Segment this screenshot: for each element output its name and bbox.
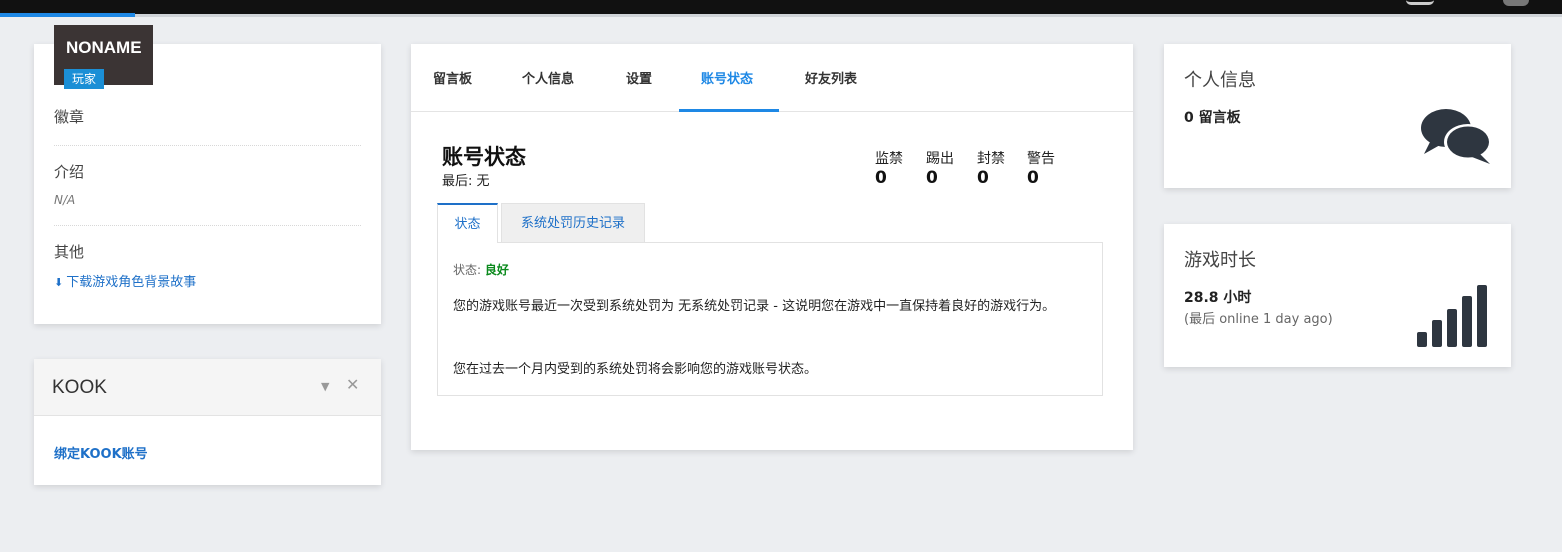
download-icon: ⬇	[54, 276, 64, 289]
intro-value: N/A	[54, 193, 76, 207]
playtime-title: 游戏时长	[1184, 250, 1256, 271]
stat-ban-label: 封禁	[977, 151, 1005, 167]
tab-personal-info[interactable]: 个人信息	[522, 68, 574, 87]
role-badge: 玩家	[64, 69, 105, 89]
playtime-card: 游戏时长 28.8 小时 (最后 online 1 day ago)	[1164, 224, 1511, 367]
kook-title: KOOK	[52, 377, 107, 398]
status-panel: 状态: 良好 您的游戏账号最近一次受到系统处罚为 无系统处罚记录 - 这说明您在…	[437, 242, 1103, 396]
status-label: 状态:	[453, 263, 482, 277]
profile-card: NONAME 玩家 徽章 介绍 N/A 其他 ⬇ 下载游戏角色背景故事	[34, 25, 381, 324]
comments-icon	[1421, 109, 1492, 164]
tab-friends[interactable]: 好友列表	[805, 68, 857, 87]
download-backstory-link[interactable]: ⬇ 下载游戏角色背景故事	[54, 271, 196, 290]
kook-card-header: KOOK ▼ ✕	[34, 359, 381, 416]
guestbook-count: 0 留言板	[1184, 110, 1241, 126]
top-bar-border	[0, 14, 1562, 17]
collapse-caret-icon[interactable]: ▼	[321, 380, 329, 393]
kook-card: KOOK ▼ ✕ 绑定KOOK账号	[34, 359, 381, 485]
tab-account-status[interactable]: 账号状态	[701, 68, 753, 87]
tab-guestbook[interactable]: 留言板	[433, 68, 472, 87]
stat-warn-label: 警告	[1027, 151, 1055, 167]
divider	[54, 145, 361, 146]
subtab-status[interactable]: 状态	[437, 203, 498, 243]
stat-jail-label: 监禁	[875, 151, 903, 167]
top-bar	[0, 0, 1562, 14]
last-online: (最后 online 1 day ago)	[1184, 312, 1333, 327]
signal-bars-icon	[1417, 285, 1487, 347]
avatar[interactable]: NONAME 玩家	[54, 25, 153, 89]
stat-ban-value: 0	[977, 168, 989, 188]
subtab-punishment-history[interactable]: 系统处罚历史记录	[501, 203, 645, 243]
star-icon[interactable]	[1406, 0, 1434, 5]
playtime-value: 28.8 小时	[1184, 290, 1252, 306]
bind-kook-link[interactable]: 绑定KOOK账号	[54, 443, 148, 462]
user-avatar-icon[interactable]	[1503, 0, 1529, 6]
close-icon[interactable]: ✕	[346, 375, 359, 394]
download-link-label: 下载游戏角色背景故事	[66, 275, 197, 290]
tab-settings[interactable]: 设置	[626, 68, 652, 87]
intro-label: 介绍	[54, 163, 85, 181]
stat-kick-value: 0	[926, 168, 938, 188]
status-paragraph-2: 您在过去一个月内受到的系统处罚将会影响您的游戏账号状态。	[453, 362, 818, 377]
active-tab-indicator	[679, 109, 779, 112]
account-status-title: 账号状态	[442, 145, 526, 169]
account-main-card: 留言板 个人信息 设置 账号状态 好友列表 账号状态 最后: 无 监禁 0 踢出…	[411, 44, 1133, 450]
stat-kick-label: 踢出	[926, 151, 954, 167]
profile-name: NONAME	[66, 38, 142, 57]
account-last-punishment: 最后: 无	[442, 174, 490, 189]
loading-progress-bar	[0, 13, 135, 17]
other-label: 其他	[54, 243, 85, 261]
stat-warn-value: 0	[1027, 168, 1039, 188]
status-value: 良好	[484, 263, 509, 277]
status-paragraph-1: 您的游戏账号最近一次受到系统处罚为 无系统处罚记录 - 这说明您在游戏中一直保持…	[453, 299, 1056, 314]
info-summary-card: 个人信息 0 留言板	[1164, 44, 1511, 188]
status-line: 状态: 良好	[453, 261, 509, 278]
stat-jail-value: 0	[875, 168, 887, 188]
badges-label: 徽章	[54, 108, 85, 126]
profile-nav-tabs: 留言板 个人信息 设置 账号状态 好友列表	[411, 44, 1133, 112]
info-summary-title: 个人信息	[1184, 70, 1256, 91]
divider	[54, 225, 361, 226]
